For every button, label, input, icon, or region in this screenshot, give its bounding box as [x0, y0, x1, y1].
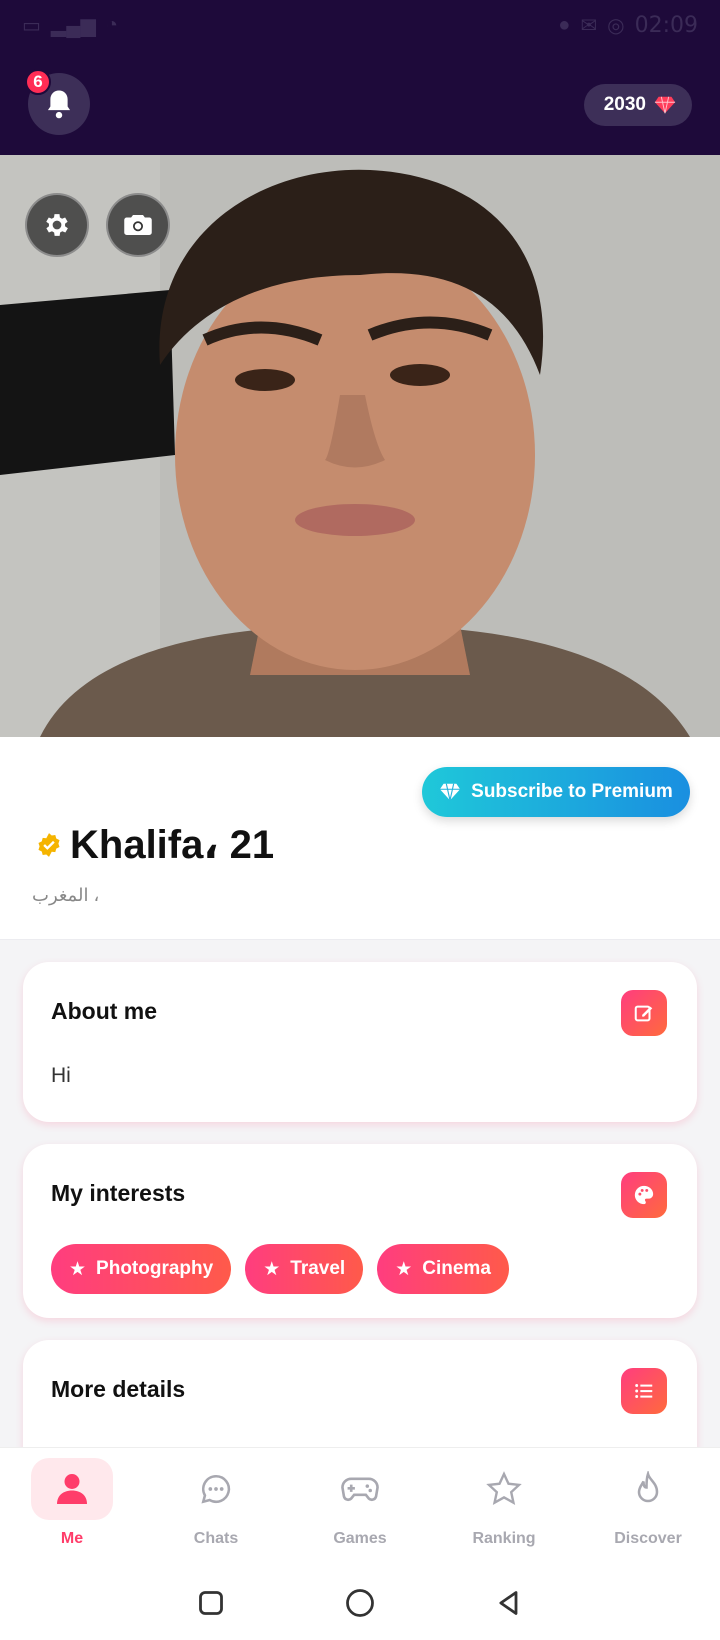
profile-location: المغرب ،: [32, 885, 100, 905]
person-icon: [57, 1474, 87, 1504]
nav-label: Chats: [193, 1530, 239, 1547]
battery-icon: ▭: [22, 14, 41, 37]
chat-bubble-icon: [201, 1474, 231, 1504]
star-outline-icon: [486, 1471, 522, 1505]
nav-ranking[interactable]: Ranking: [432, 1448, 576, 1565]
nav-icon-wrap: [607, 1458, 689, 1520]
status-time: 02:09: [634, 12, 698, 38]
nav-discover[interactable]: Discover: [576, 1448, 720, 1565]
system-navigation: [0, 1565, 720, 1640]
status-icons-left: ▭ ▂▄▆ ◔: [22, 13, 118, 38]
profile-photo-image: [0, 155, 720, 737]
wifi-icon: ◔: [105, 13, 118, 36]
signal-icon: ▂▄▆: [50, 14, 96, 37]
bell-icon: [47, 90, 71, 119]
star-icon: ★: [69, 1258, 87, 1280]
recent-apps-icon[interactable]: [197, 1589, 225, 1617]
star-icon: ★: [395, 1258, 413, 1280]
nav-label: Me: [60, 1530, 84, 1547]
top-bar: ▭ ▂▄▆ ◔ ● ✉ ◎ 02:09 6 2030: [0, 0, 720, 155]
nav-label: Discover: [614, 1530, 682, 1547]
diamond-icon: [440, 783, 461, 801]
about-me-card: About me Hi: [23, 962, 697, 1122]
profile-photo[interactable]: [0, 155, 720, 737]
subscribe-premium-label: Subscribe to Premium: [471, 781, 673, 802]
back-icon[interactable]: [495, 1589, 523, 1617]
verified-badge-icon: [38, 833, 60, 857]
palette-icon: [634, 1185, 654, 1205]
gear-icon: [46, 214, 68, 236]
coins-balance[interactable]: 2030: [583, 84, 692, 126]
coins-value: 2030: [603, 94, 646, 115]
interest-label: Photography: [96, 1258, 214, 1279]
gmail-icon: ✉: [580, 14, 598, 37]
profile-name-age: Khalifa، 21: [70, 823, 275, 867]
more-details-title: More details: [51, 1376, 186, 1402]
edit-icon: [634, 1005, 653, 1022]
interest-label: Travel: [290, 1258, 346, 1279]
bottom-navigation: Me Chats Games Ranking Discover: [0, 1447, 720, 1565]
camera-button[interactable]: [106, 193, 170, 257]
interest-chip[interactable]: ★ Cinema: [377, 1244, 509, 1294]
interest-chip[interactable]: ★ Travel: [245, 1244, 364, 1294]
nav-me[interactable]: Me: [0, 1448, 144, 1565]
name-row: Khalifa، 21: [36, 822, 274, 868]
star-icon: ★: [263, 1258, 281, 1280]
flame-icon: [637, 1471, 659, 1503]
diamond-icon: [654, 96, 676, 114]
nav-label: Ranking: [472, 1530, 536, 1547]
notification-badge: 6: [25, 69, 51, 95]
gamepad-icon: [341, 1477, 379, 1502]
settings-button[interactable]: [25, 193, 89, 257]
profile-info: Subscribe to Premium Khalifa، 21 المغرب …: [0, 737, 720, 940]
interest-chip[interactable]: ★ Photography: [51, 1244, 232, 1294]
about-me-title: About me: [51, 998, 158, 1024]
nav-icon-wrap: [463, 1458, 545, 1520]
subscribe-premium-button[interactable]: Subscribe to Premium: [422, 767, 690, 817]
nav-games[interactable]: Games: [288, 1448, 432, 1565]
edit-interests-button[interactable]: [621, 1172, 667, 1218]
nav-chats[interactable]: Chats: [144, 1448, 288, 1565]
whatsapp-icon: ◎: [607, 14, 625, 37]
nav-icon-wrap: [31, 1458, 113, 1520]
list-icon: [635, 1384, 653, 1398]
nav-label: Games: [333, 1530, 387, 1547]
interests-card: My interests ★ Photography ★ Travel ★ Ci…: [23, 1144, 697, 1318]
interests-list: ★ Photography ★ Travel ★ Cinema: [51, 1244, 509, 1294]
nav-icon-wrap: [175, 1458, 257, 1520]
home-icon[interactable]: [345, 1588, 375, 1618]
camera-icon: [124, 215, 152, 235]
edit-about-button[interactable]: [621, 990, 667, 1036]
more-details-button[interactable]: [621, 1368, 667, 1414]
messenger-icon: ●: [558, 13, 571, 36]
interests-title: My interests: [51, 1180, 186, 1206]
status-icons-right: ● ✉ ◎ 02:09: [558, 13, 698, 38]
interest-label: Cinema: [422, 1258, 491, 1279]
status-bar: ▭ ▂▄▆ ◔ ● ✉ ◎ 02:09: [22, 8, 698, 42]
nav-icon-wrap: [319, 1458, 401, 1520]
about-me-text: Hi: [51, 1064, 71, 1087]
